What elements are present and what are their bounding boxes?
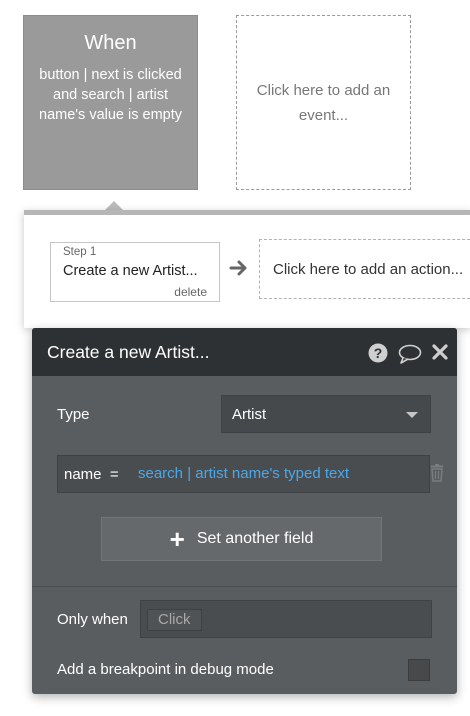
step-number: Step 1	[63, 246, 97, 258]
add-event-button[interactable]: Click here to add an event...	[236, 15, 411, 190]
only-when-placeholder[interactable]: Click	[147, 609, 202, 631]
field-name: name =	[64, 466, 119, 483]
comment-icon[interactable]	[398, 344, 422, 364]
trash-icon[interactable]	[430, 464, 444, 482]
editor-header: Create a new Artist... ?	[32, 328, 457, 376]
close-icon[interactable]	[431, 343, 449, 361]
field-assignment-row[interactable]: name = search | artist name's typed text	[57, 455, 430, 493]
type-dropdown[interactable]: Artist	[221, 395, 431, 433]
event-description: button | next is clicked and search | ar…	[39, 67, 182, 123]
event-card[interactable]: When button | next is clicked and search…	[23, 15, 198, 190]
only-when-label: Only when	[57, 611, 128, 628]
step-card[interactable]: Step 1 Create a new Artist... delete	[50, 242, 220, 302]
set-another-field-label: Set another field	[196, 530, 314, 547]
breakpoint-checkbox[interactable]	[408, 659, 430, 681]
arrow-right-icon	[229, 260, 247, 276]
only-when-input[interactable]: Click	[140, 600, 432, 638]
step-title: Create a new Artist...	[63, 263, 198, 279]
set-another-field-button[interactable]: + Set another field	[101, 517, 382, 561]
svg-text:?: ?	[374, 345, 383, 361]
type-value: Artist	[232, 406, 267, 423]
action-editor-panel: Create a new Artist... ? Type Artist nam…	[32, 328, 457, 694]
field-value-expression[interactable]: search | artist name's typed text	[138, 465, 349, 482]
add-action-button[interactable]: Click here to add an action...	[259, 239, 470, 299]
workflow-step-bar: Step 1 Create a new Artist... delete Cli…	[24, 210, 470, 328]
breakpoint-label: Add a breakpoint in debug mode	[57, 661, 274, 678]
divider	[32, 586, 457, 587]
event-when-label: When	[84, 32, 137, 54]
chevron-down-icon	[406, 412, 418, 418]
type-label: Type	[57, 406, 90, 423]
step-delete-link[interactable]: delete	[174, 285, 207, 299]
plus-icon: +	[169, 524, 185, 554]
editor-title: Create a new Artist...	[47, 342, 210, 362]
help-icon[interactable]: ?	[368, 343, 388, 363]
